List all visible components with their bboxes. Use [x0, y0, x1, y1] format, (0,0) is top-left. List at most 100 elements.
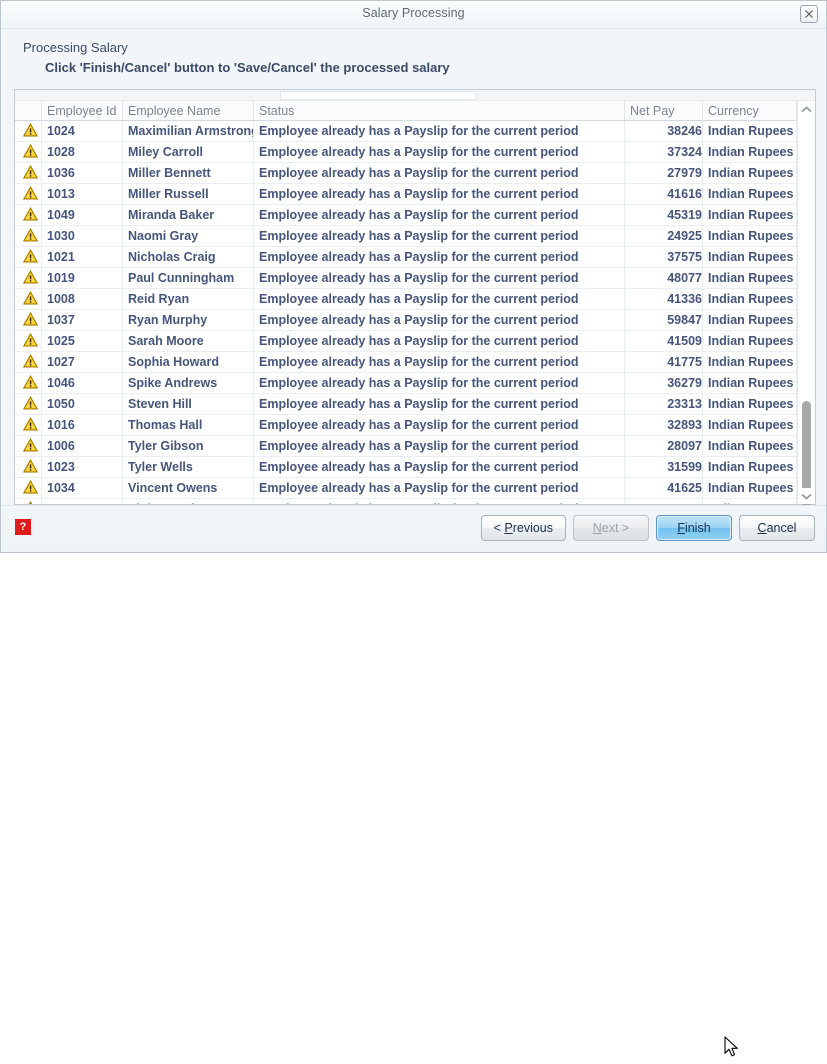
warning-icon — [23, 186, 38, 203]
cell-employee-id: 1006 — [42, 436, 123, 457]
warning-icon — [23, 270, 38, 287]
cell-employee-id: 1036 — [42, 163, 123, 184]
row-status-icon-cell — [15, 478, 42, 499]
scroll-up-button[interactable] — [798, 101, 815, 117]
table-header-row: Employee Id Employee Name Status Net Pay… — [15, 101, 797, 121]
cell-employee-name: Paul Cunningham — [123, 268, 254, 289]
table-row[interactable]: 1016Thomas HallEmployee already has a Pa… — [15, 415, 797, 436]
cell-status: Employee already has a Payslip for the c… — [254, 373, 625, 394]
table-row[interactable]: 1019Paul CunninghamEmployee already has … — [15, 268, 797, 289]
warning-icon — [23, 459, 38, 476]
table-row[interactable]: 1006Tyler GibsonEmployee already has a P… — [15, 436, 797, 457]
cell-currency: Indian Rupees — [703, 436, 797, 457]
column-header-employee-name[interactable]: Employee Name — [123, 101, 254, 121]
table-row[interactable]: 1025Sarah MooreEmployee already has a Pa… — [15, 331, 797, 352]
cell-currency: Indian Rupees — [703, 457, 797, 478]
row-status-icon-cell — [15, 457, 42, 478]
row-status-icon-cell — [15, 331, 42, 352]
chevron-up-icon — [801, 100, 812, 118]
table-row[interactable]: 1023Tyler WellsEmployee already has a Pa… — [15, 457, 797, 478]
cell-currency: Indian Rupees — [703, 478, 797, 499]
scroll-down-button[interactable] — [798, 488, 815, 504]
horizontal-scrollbar-thumb[interactable] — [280, 91, 477, 100]
table-row[interactable]: 1008Reid RyanEmployee already has a Pays… — [15, 289, 797, 310]
finish-button[interactable]: Finish — [656, 515, 732, 541]
previous-button[interactable]: < Previous — [481, 515, 566, 541]
cell-currency: Indian Rupees — [703, 142, 797, 163]
cell-net-pay: 38246 — [625, 121, 703, 142]
cell-status: Employee already has a Payslip for the c… — [254, 499, 625, 505]
table-row[interactable]: 1030Naomi GrayEmployee already has a Pay… — [15, 226, 797, 247]
table-row[interactable]: 1024Maximilian ArmstrongEmployee already… — [15, 121, 797, 142]
vertical-scrollbar[interactable] — [797, 101, 815, 504]
cell-currency: Indian Rupees — [703, 394, 797, 415]
cell-net-pay: 41625 — [625, 478, 703, 499]
cell-net-pay: 36279 — [625, 373, 703, 394]
warning-icon — [23, 207, 38, 224]
cell-employee-id: 1022 — [42, 499, 123, 505]
cell-employee-name: Nicholas Craig — [123, 247, 254, 268]
table-row[interactable]: 1028Miley CarrollEmployee already has a … — [15, 142, 797, 163]
table-row[interactable]: 1036Miller BennettEmployee already has a… — [15, 163, 797, 184]
row-status-icon-cell — [15, 289, 42, 310]
header-area: Processing Salary Click 'Finish/Cancel' … — [1, 29, 826, 83]
cell-currency: Indian Rupees — [703, 310, 797, 331]
cell-employee-name: Sarah Moore — [123, 331, 254, 352]
row-status-icon-cell — [15, 499, 42, 505]
cell-employee-id: 1013 — [42, 184, 123, 205]
cell-net-pay: 23313 — [625, 394, 703, 415]
column-header-employee-id[interactable]: Employee Id — [42, 101, 123, 121]
dialog-button-row: < Previous Next > Finish Cancel — [481, 515, 815, 541]
column-header-icon[interactable] — [15, 101, 42, 121]
cell-employee-id: 1019 — [42, 268, 123, 289]
table-row[interactable]: 1050Steven HillEmployee already has a Pa… — [15, 394, 797, 415]
table-row[interactable]: 1049Miranda BakerEmployee already has a … — [15, 205, 797, 226]
column-header-status[interactable]: Status — [254, 101, 625, 121]
cell-employee-id: 1049 — [42, 205, 123, 226]
warning-icon — [23, 312, 38, 329]
cell-currency: Indian Rupees — [703, 415, 797, 436]
cell-employee-name: Tyler Gibson — [123, 436, 254, 457]
help-icon[interactable]: ? — [15, 519, 31, 535]
cell-employee-id: 1021 — [42, 247, 123, 268]
table-row[interactable]: 1021Nicholas CraigEmployee already has a… — [15, 247, 797, 268]
warning-icon — [23, 375, 38, 392]
cancel-button[interactable]: Cancel — [739, 515, 815, 541]
cell-status: Employee already has a Payslip for the c… — [254, 121, 625, 142]
table-row[interactable]: 1037Ryan MurphyEmployee already has a Pa… — [15, 310, 797, 331]
table-row[interactable]: 1046Spike AndrewsEmployee already has a … — [15, 373, 797, 394]
warning-icon — [23, 144, 38, 161]
cell-status: Employee already has a Payslip for the c… — [254, 394, 625, 415]
column-header-currency[interactable]: Currency — [703, 101, 797, 121]
cell-employee-name: Miller Bennett — [123, 163, 254, 184]
table-row[interactable]: 1027Sophia HowardEmployee already has a … — [15, 352, 797, 373]
cell-net-pay: 37575 — [625, 247, 703, 268]
table-row[interactable]: 1034Vincent OwensEmployee already has a … — [15, 478, 797, 499]
table-row[interactable]: 1013Miller RussellEmployee already has a… — [15, 184, 797, 205]
cell-net-pay: 41509 — [625, 331, 703, 352]
mouse-cursor — [724, 1036, 741, 1064]
close-icon — [801, 9, 817, 19]
row-status-icon-cell — [15, 205, 42, 226]
close-button[interactable] — [800, 5, 818, 23]
warning-icon — [23, 438, 38, 455]
cell-employee-id: 1050 — [42, 394, 123, 415]
row-status-icon-cell — [15, 184, 42, 205]
cell-employee-id: 1046 — [42, 373, 123, 394]
cell-currency: Indian Rupees — [703, 268, 797, 289]
cell-employee-id: 1028 — [42, 142, 123, 163]
table-row[interactable]: 1022Violet HarrisonEmployee already has … — [15, 499, 797, 505]
cell-employee-name: Miley Carroll — [123, 142, 254, 163]
cell-employee-name: Violet Harrison — [123, 499, 254, 505]
cell-currency: Indian Rupees — [703, 499, 797, 505]
salary-processing-dialog: Salary Processing Processing Salary Clic… — [0, 0, 827, 553]
column-header-net-pay[interactable]: Net Pay — [625, 101, 703, 121]
cell-currency: Indian Rupees — [703, 373, 797, 394]
cell-employee-name: Miller Russell — [123, 184, 254, 205]
cell-net-pay: 27979 — [625, 163, 703, 184]
cell-status: Employee already has a Payslip for the c… — [254, 457, 625, 478]
horizontal-scrollbar[interactable] — [15, 90, 815, 101]
cell-employee-id: 1008 — [42, 289, 123, 310]
cell-currency: Indian Rupees — [703, 163, 797, 184]
cell-employee-name: Vincent Owens — [123, 478, 254, 499]
